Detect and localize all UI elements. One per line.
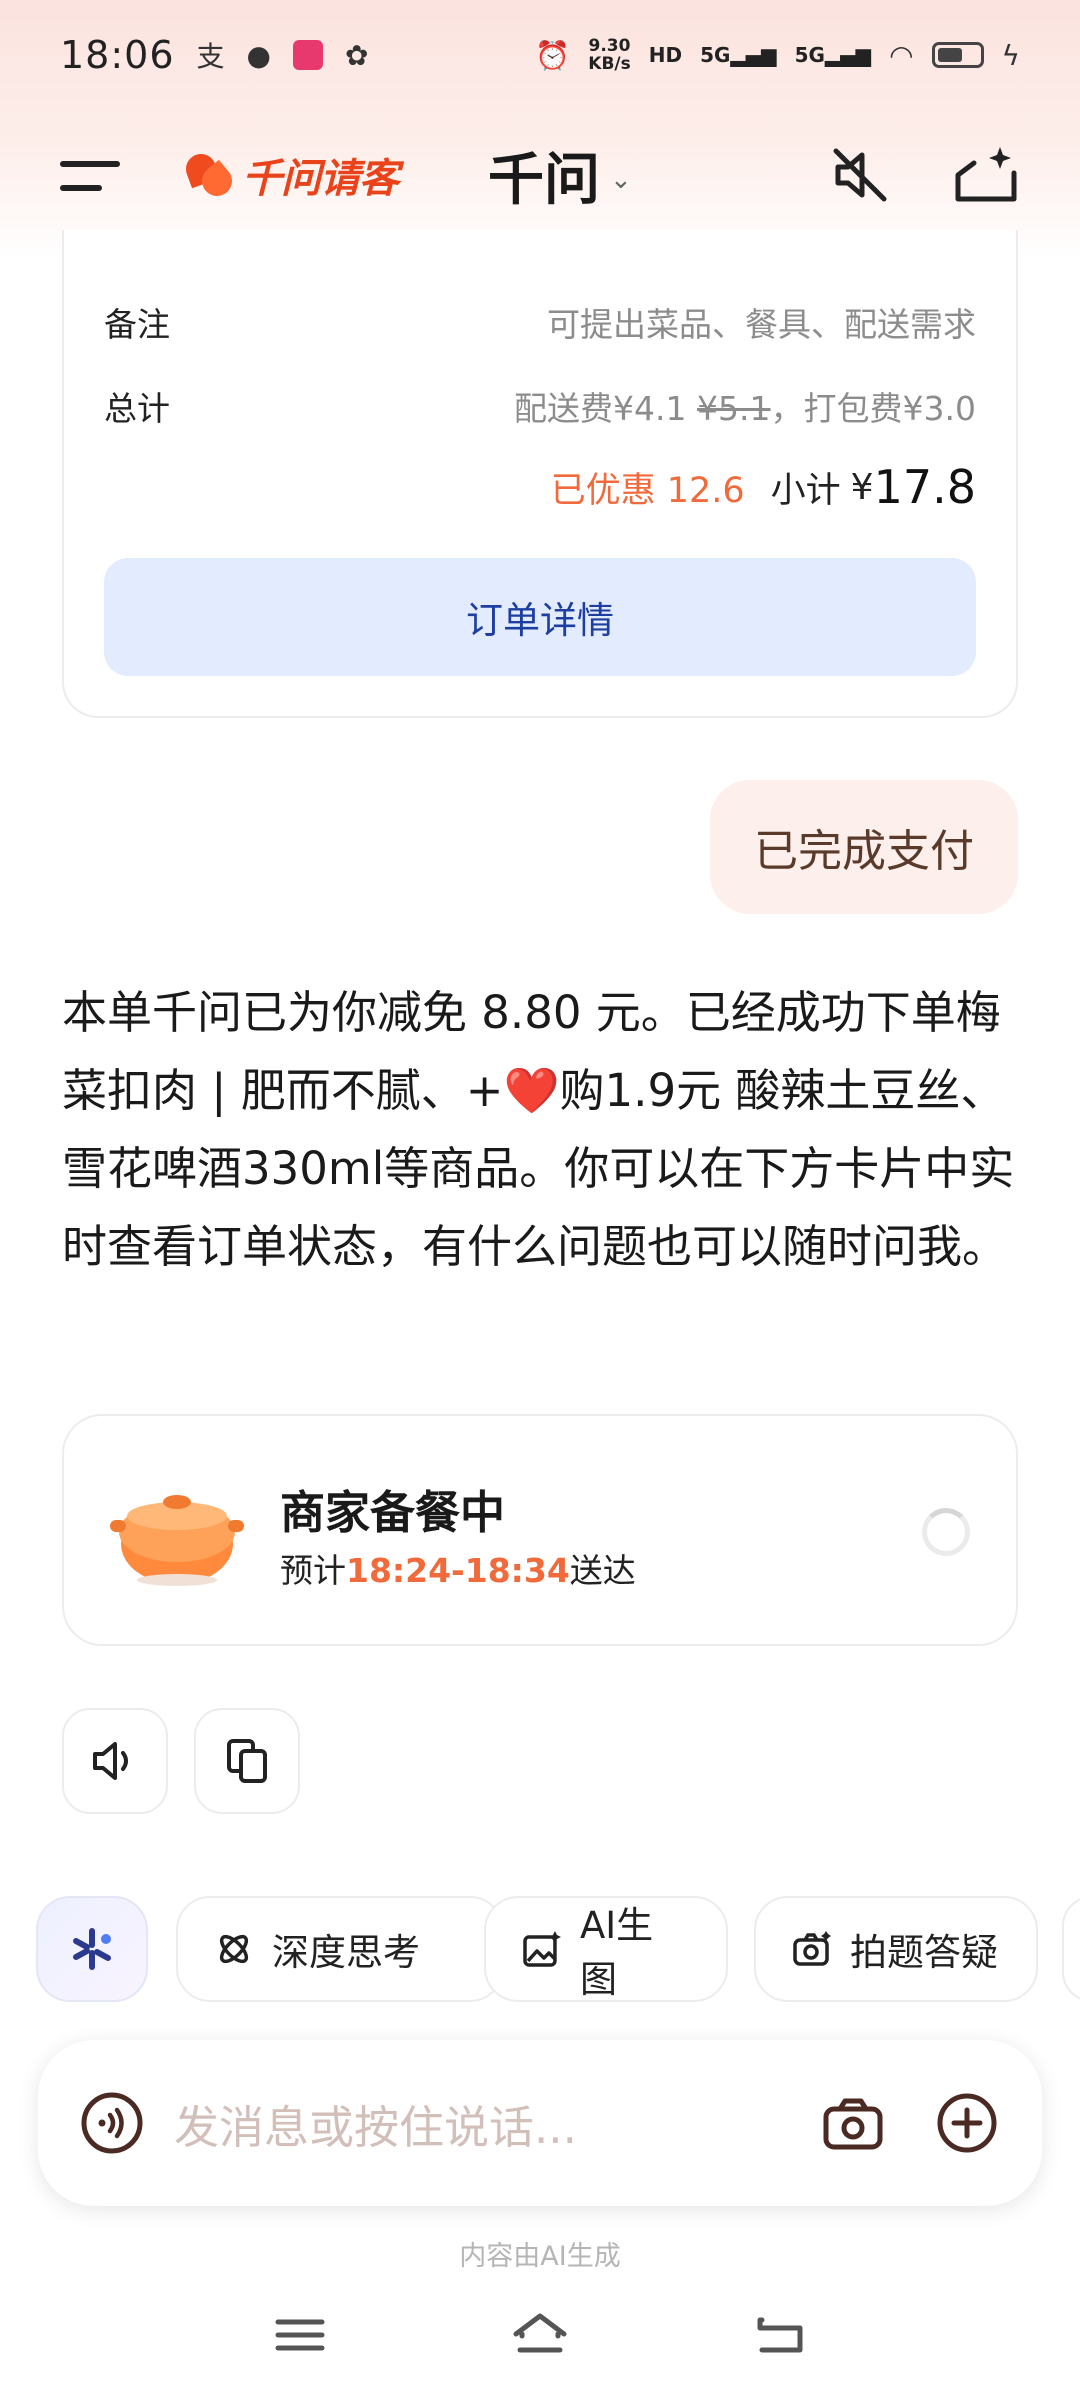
back-icon[interactable]: [752, 2310, 812, 2360]
plus-icon[interactable]: [936, 2092, 998, 2154]
brand-banner[interactable]: 千问请客: [184, 146, 399, 204]
copy-button[interactable]: [194, 1708, 300, 1814]
subtotal-value: 17.8: [873, 460, 976, 514]
message-input-bar: 发消息或按住说话...: [38, 2040, 1042, 2206]
deep-think-label: 深度思考: [272, 1931, 420, 1974]
remark-input[interactable]: 可提出菜品、餐具、配送需求: [547, 298, 976, 346]
assistant-message: 本单千问已为你减免 8.80 元。已经成功下单梅菜扣肉 | 肥而不腻、+❤️购1…: [62, 986, 1015, 1273]
status-time: 18:06: [60, 33, 175, 77]
model-selector[interactable]: 千问 ⌄: [488, 135, 632, 216]
copy-icon: [227, 1739, 267, 1783]
alipay-notification-icon: 支: [196, 40, 225, 73]
more-tools-chip[interactable]: [1062, 1896, 1080, 2002]
wechat-notification-icon: ✿: [344, 38, 369, 72]
wifi-icon: ◠: [889, 38, 914, 72]
charging-icon: ϟ: [1001, 38, 1020, 72]
app-notification-icon: [292, 40, 323, 70]
eta-time: 18:24-18:34: [346, 1551, 570, 1590]
remark-label: 备注: [104, 305, 170, 344]
heart-emoji: ❤️: [503, 1064, 560, 1117]
chevron-down-icon: ⌄: [610, 165, 632, 195]
menu-icon[interactable]: [60, 155, 124, 195]
delivery-eta: 预计18:24-18:34送达: [280, 1551, 636, 1590]
network-speed: 9.30 KB/s: [588, 36, 631, 74]
loading-spinner-icon: [922, 1508, 970, 1556]
camera-sparkle-icon: [793, 1931, 831, 1966]
read-aloud-button[interactable]: [62, 1708, 168, 1814]
brand-logo-icon: [184, 150, 234, 200]
hd-icon: HD: [648, 43, 683, 67]
recent-apps-icon[interactable]: [270, 2310, 330, 2360]
fee-breakdown: 配送费¥4.1 ¥5.1，打包费¥3.0: [514, 389, 976, 428]
total-row: 总计 配送费¥4.1 ¥5.1，打包费¥3.0: [104, 382, 976, 430]
user-message-bubble: 已完成支付: [710, 780, 1018, 914]
order-summary-card: 备注 可提出菜品、餐具、配送需求 总计 配送费¥4.1 ¥5.1，打包费¥3.0…: [62, 230, 1018, 718]
atom-icon: [219, 1934, 249, 1964]
order-status-card[interactable]: 商家备餐中 预计18:24-18:34送达: [62, 1414, 1018, 1646]
order-status-title: 商家备餐中: [280, 1486, 506, 1539]
subtotal-label: 小计: [770, 470, 841, 511]
ai-image-chip[interactable]: AI生图: [484, 1896, 728, 2002]
home-icon[interactable]: [510, 2310, 570, 2360]
remark-row[interactable]: 备注 可提出菜品、餐具、配送需求: [104, 298, 976, 346]
brand-text: 千问请客: [242, 156, 399, 202]
voice-input-icon[interactable]: [80, 2091, 144, 2155]
subtotal-currency: ¥: [850, 466, 874, 508]
discount-amount: 已优惠 12.6: [550, 470, 745, 511]
total-label: 总计: [104, 389, 170, 428]
speaker-mute-icon[interactable]: [828, 143, 892, 207]
deep-think-chip[interactable]: 深度思考: [176, 1896, 504, 2002]
photo-qa-chip[interactable]: 拍题答疑: [754, 1896, 1038, 2002]
ai-image-label: AI生图: [579, 1904, 654, 2001]
image-sparkle-icon: [523, 1931, 561, 1967]
quick-tool-chip[interactable]: [36, 1896, 148, 2002]
page-title: 千问: [488, 147, 600, 213]
tool-chips-row: 深度思考 AI生图 拍题答疑: [36, 1896, 1080, 2002]
photo-qa-label: 拍题答疑: [850, 1931, 998, 1974]
battery-icon: [931, 42, 984, 68]
asterisk-icon: [73, 1928, 111, 1970]
original-delivery-fee: ¥5.1: [697, 389, 771, 428]
message-input[interactable]: 发消息或按住说话...: [174, 2091, 822, 2156]
message-notification-icon: ●: [246, 38, 271, 72]
cooking-pot-icon: [110, 1495, 244, 1586]
speaker-icon: [93, 1742, 128, 1780]
status-bar: 18:06 支 ● ✿ ⏰ 9.30 KB/s HD 5G▂▄▆ 5G▂▄▆ ◠…: [0, 0, 1080, 110]
app-header: 千问请客 千问 ⌄: [0, 120, 1080, 230]
ai-disclaimer: 内容由AI生成: [459, 2241, 621, 2272]
system-nav-bar: [0, 2300, 1080, 2372]
order-detail-button[interactable]: 订单详情: [104, 558, 976, 676]
new-chat-icon[interactable]: [952, 143, 1020, 207]
signal-sim1-icon: 5G▂▄▆: [700, 43, 777, 67]
alarm-icon: ⏰: [535, 38, 571, 72]
subtotal-row: 已优惠 12.6 小计 ¥ 17.8: [104, 460, 976, 514]
signal-sim2-icon: 5G▂▄▆: [794, 43, 872, 67]
camera-icon[interactable]: [822, 2095, 884, 2151]
